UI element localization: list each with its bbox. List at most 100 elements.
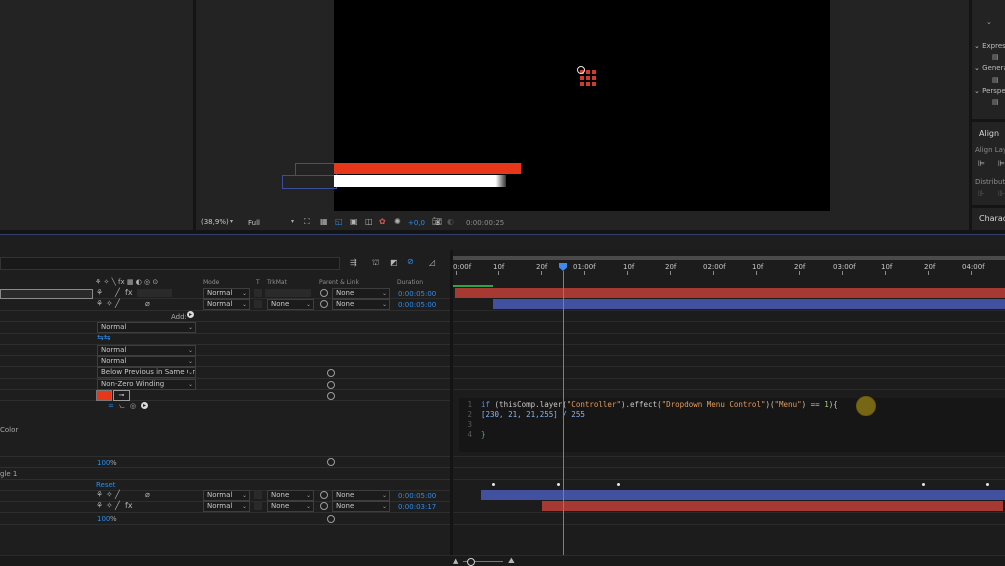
zoom-chevron-icon[interactable]: ▾ [230, 218, 233, 225]
expand-chevron-icon[interactable]: ⌄ [974, 42, 982, 50]
red-bar-shape[interactable] [334, 163, 521, 174]
code-line-1[interactable]: if (thisComp.layer("Controller").effect(… [481, 400, 838, 410]
keyframe[interactable] [986, 483, 989, 486]
time-ruler[interactable]: 0:00f 10f 20f 01:00f 10f 20f 02:00f 10f … [453, 260, 1005, 275]
playhead-line[interactable] [563, 271, 564, 555]
parent-column-header[interactable]: Parent & Link [319, 279, 359, 286]
region-of-interest-icon[interactable]: ⛶ [304, 217, 310, 227]
quality-switch-icon[interactable]: ╱ [115, 490, 120, 500]
trkmat-box[interactable] [254, 289, 262, 297]
distribute-icon[interactable]: ⊪ [978, 189, 985, 199]
layer-row-4[interactable]: ⚘ ✧ ╱ fx Normal ⌄ None ⌄ None ⌄ 0:00:03:17 [0, 501, 450, 512]
motion-blur-icon[interactable]: ⊘ [407, 257, 414, 267]
layer2-parent-select[interactable]: None ⌄ [332, 299, 390, 310]
code-line-3[interactable] [481, 420, 838, 430]
character-panel-title[interactable]: Characte [979, 214, 1005, 223]
draft-3d-icon[interactable]: ⛫ [372, 258, 379, 268]
layer3-duration[interactable]: 0:00:05:00 [398, 492, 436, 500]
layer4-trkmat-select[interactable]: None ⌄ [267, 501, 314, 512]
snapshot-camera-icon[interactable]: 📷︎ [432, 217, 442, 227]
adjustment-layer-icon[interactable]: ⌀ [145, 299, 150, 309]
blend-mode-select[interactable]: Normal ⌄ [97, 322, 196, 333]
resolution-select[interactable]: Full [248, 219, 260, 227]
color-channels-icon[interactable]: ✿ [379, 217, 386, 227]
t-switch-box[interactable] [254, 300, 262, 308]
effect-switch-icon[interactable]: fx [125, 288, 133, 298]
layer3-trkmat-select[interactable]: None ⌄ [267, 490, 314, 501]
switch-box[interactable] [137, 289, 172, 297]
adjustment-layer-icon[interactable]: ⌀ [145, 490, 150, 500]
channel-icon[interactable]: ◫ [365, 217, 373, 227]
bottom-opacity-value[interactable]: 100 [97, 515, 110, 523]
expression-menu-icon[interactable]: ▸ [141, 402, 148, 409]
opacity-value[interactable]: 100 [97, 459, 110, 467]
expression-pickwhip-icon[interactable]: ◎ [130, 402, 136, 410]
keyframe[interactable] [492, 483, 495, 486]
layer4-mode-select[interactable]: Normal ⌄ [203, 501, 250, 512]
layer1-duration[interactable]: 0:00:05:00 [398, 290, 436, 298]
dot-grid-shape[interactable] [577, 66, 598, 88]
composite-select[interactable]: Below Previous in Same Gr ⌄ [97, 367, 196, 378]
mask-visibility-icon[interactable]: ◱ [335, 217, 343, 227]
reset-link[interactable]: Reset [96, 481, 116, 489]
eyedropper-button[interactable]: ⊸ [113, 390, 130, 401]
collapse-switch-icon[interactable]: ✧ [106, 501, 113, 511]
effects-item-0[interactable]: ⌄ Express [974, 42, 1005, 50]
collapse-switch-icon[interactable]: ✧ [106, 299, 113, 309]
layer-row-3[interactable]: ⚘ ✧ ╱ ⌀ Normal ⌄ None ⌄ None ⌄ 0:00:05:00 [0, 490, 450, 501]
resolution-chevron-icon[interactable]: ▾ [291, 218, 294, 225]
keyframe[interactable] [922, 483, 925, 486]
layer2-duration-bar[interactable] [493, 299, 1005, 309]
mode-column-header[interactable]: Mode [203, 279, 219, 286]
graph-icon[interactable]: ⦦ [119, 402, 125, 411]
effect-switch-icon[interactable]: fx [125, 501, 133, 511]
layer3-parent-select[interactable]: None ⌄ [332, 490, 390, 501]
shy-switch-icon[interactable]: ⚘ [96, 299, 103, 309]
show-snapshot-icon[interactable]: ◐ [447, 217, 454, 227]
normal-select-b[interactable]: Normal ⌄ [97, 356, 196, 367]
panel-menu-chevron-icon[interactable]: ⌄ [986, 18, 992, 26]
comp-flowchart-icon[interactable]: ⇶ [350, 258, 357, 268]
pickwhip-icon[interactable] [327, 458, 335, 466]
layer4-duration[interactable]: 0:00:03:17 [398, 503, 436, 511]
expression-code[interactable]: if (thisComp.layer("Controller").effect(… [481, 400, 838, 440]
layer-row-2[interactable]: ⚘ ✧ ╱ ⌀ Normal ⌄ None ⌄ None ⌄ 0:00:05:00 [0, 299, 450, 310]
layer-name-field[interactable] [0, 289, 93, 299]
align-panel-title[interactable]: Align [979, 129, 999, 138]
keyframe[interactable] [617, 483, 620, 486]
pickwhip-icon[interactable] [320, 289, 328, 297]
pickwhip-icon[interactable] [320, 502, 328, 510]
layer-outline-2[interactable] [282, 175, 337, 189]
exposure-value[interactable]: +0,0 [408, 219, 425, 227]
quality-switch-icon[interactable]: ╱ [115, 299, 120, 309]
layer3-mode-select[interactable]: Normal ⌄ [203, 490, 250, 501]
swap-direction-icon[interactable]: ⇆⇆ [97, 333, 110, 342]
normal-select-a[interactable]: Normal ⌄ [97, 345, 196, 356]
pickwhip-icon[interactable] [327, 392, 335, 400]
expression-editor[interactable]: 1 2 3 4 if (thisComp.layer("Controller")… [459, 396, 1005, 452]
effects-item-1[interactable]: ⌄ Genera [974, 64, 1005, 72]
t-switch-box[interactable] [254, 502, 262, 510]
collapse-switch-icon[interactable]: ✧ [106, 490, 113, 500]
code-line-2[interactable]: [230, 21, 21,255] / 255 [481, 410, 838, 420]
guides-icon[interactable]: ▣ [350, 217, 358, 227]
layer-row-1[interactable]: ⚘ ╱ fx Normal ⌄ None ⌄ 0:00:05:00 [0, 288, 450, 299]
timeline-search-input[interactable] [0, 257, 340, 270]
layer2-duration[interactable]: 0:00:05:00 [398, 301, 436, 309]
add-menu-icon[interactable]: ▸ [187, 311, 194, 318]
pickwhip-icon[interactable] [327, 515, 335, 523]
layer1-mode-select[interactable]: Normal ⌄ [203, 288, 250, 299]
pickwhip-icon[interactable] [320, 300, 328, 308]
pickwhip-icon[interactable] [327, 381, 335, 389]
layer1-duration-bar[interactable] [455, 288, 1005, 298]
quality-switch-icon[interactable]: ╱ [115, 501, 120, 511]
expand-chevron-icon[interactable]: ⌄ [974, 87, 982, 95]
white-bar-shape[interactable] [334, 175, 506, 187]
align-left-icon[interactable]: ⊫ [978, 159, 985, 169]
t-switch-box[interactable] [254, 491, 262, 499]
transparency-grid-icon[interactable]: ▦ [320, 217, 328, 227]
layer4-parent-select[interactable]: None ⌄ [332, 501, 390, 512]
shy-switch-icon[interactable]: ⚘ [96, 501, 103, 511]
layer2-mode-select[interactable]: Normal ⌄ [203, 299, 250, 310]
effects-item-2[interactable]: ⌄ Perspe [974, 87, 1005, 95]
